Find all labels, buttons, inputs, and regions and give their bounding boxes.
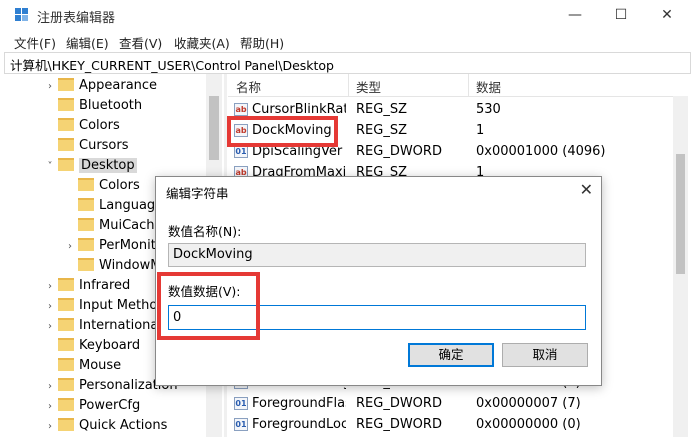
maximize-button[interactable]: ☐ [598, 0, 644, 30]
menu-favorites[interactable]: 收藏夹(A) [174, 33, 230, 52]
binary-value-icon: 01 [234, 397, 248, 410]
column-name-header[interactable]: 名称 [236, 77, 261, 96]
tree-scroll-thumb[interactable] [209, 96, 219, 160]
address-path: 计算机\HKEY_CURRENT_USER\Control Panel\Desk… [10, 58, 334, 73]
value-name-label: 数值名称(N): [168, 224, 242, 239]
binary-value-icon: 01 [234, 418, 248, 431]
list-scrollbar[interactable] [673, 96, 688, 437]
tree-item-keyboard[interactable]: Keyboard [42, 336, 140, 356]
chevron-right-icon[interactable]: › [42, 77, 58, 97]
column-type-header[interactable]: 类型 [356, 77, 381, 96]
regedit-app-icon [15, 8, 28, 21]
column-data-header[interactable]: 数据 [476, 77, 501, 96]
chevron-right-icon[interactable]: › [42, 417, 58, 437]
folder-icon [58, 118, 74, 131]
value-row-foregroundlocktimeout[interactable]: 01 ForegroundLockTimeout REG_DWORD 0x000… [228, 415, 688, 435]
ok-button[interactable]: 确定 [408, 343, 494, 367]
close-button[interactable]: ✕ [644, 0, 690, 30]
column-divider[interactable] [468, 74, 469, 96]
tree-item-infrared[interactable]: › Infrared [42, 276, 130, 296]
highlight-box-value-data [157, 272, 260, 340]
title-bar: 注册表编辑器 — ☐ ✕ [0, 0, 698, 30]
list-header: 名称 类型 数据 [228, 74, 688, 97]
column-divider[interactable] [348, 74, 349, 96]
folder-icon [78, 238, 94, 251]
chevron-right-icon[interactable]: › [42, 377, 58, 397]
folder-icon [78, 198, 94, 211]
tree-item-cursors[interactable]: Cursors [42, 136, 129, 156]
minimize-button[interactable]: — [552, 0, 598, 30]
tree-item-quick-actions[interactable]: › Quick Actions [42, 416, 167, 436]
chevron-down-icon[interactable]: ˅ [42, 157, 58, 177]
menu-edit[interactable]: 编辑(E) [66, 33, 109, 52]
chevron-right-icon[interactable]: › [42, 277, 58, 297]
dialog-close-icon[interactable]: ✕ [580, 180, 593, 199]
chevron-right-icon[interactable]: › [42, 297, 58, 317]
tree-item-bluetooth[interactable]: Bluetooth [42, 96, 142, 116]
string-value-icon: ab [234, 103, 248, 116]
cancel-button[interactable]: 取消 [502, 343, 588, 367]
folder-icon [58, 338, 74, 351]
tree-item-powercfg[interactable]: › PowerCfg [42, 396, 140, 416]
tree-item-desktop-colors[interactable]: Colors [62, 176, 140, 196]
tree-item-international[interactable]: › International [42, 316, 162, 336]
tree-item-input-method[interactable]: › Input Method [42, 296, 166, 316]
folder-icon [58, 358, 74, 371]
folder-icon [58, 278, 74, 291]
folder-icon [78, 178, 94, 191]
tree-item-colors[interactable]: Colors [42, 116, 120, 136]
folder-icon [58, 298, 74, 311]
menu-bar: 文件(F) 编辑(E) 查看(V) 收藏夹(A) 帮助(H) [0, 30, 698, 52]
window-title: 注册表编辑器 [37, 11, 116, 26]
highlight-box-dockmoving [227, 116, 338, 147]
folder-icon [58, 398, 74, 411]
menu-view[interactable]: 查看(V) [119, 33, 162, 52]
folder-icon [58, 318, 74, 331]
chevron-right-icon[interactable]: › [42, 397, 58, 417]
tree-item-mouse[interactable]: Mouse [42, 356, 121, 376]
folder-icon [58, 78, 74, 91]
tree-item-desktop[interactable]: ˅ Desktop [42, 156, 137, 176]
value-row-foregroundflashcount[interactable]: 01 ForegroundFlashCount REG_DWORD 0x0000… [228, 394, 688, 414]
folder-icon [58, 138, 74, 151]
folder-icon [78, 258, 94, 271]
list-scroll-thumb[interactable] [676, 154, 685, 274]
folder-icon [58, 418, 74, 431]
address-bar[interactable]: 计算机\HKEY_CURRENT_USER\Control Panel\Desk… [4, 52, 691, 74]
menu-file[interactable]: 文件(F) [14, 33, 56, 52]
chevron-right-icon[interactable]: › [42, 317, 58, 337]
folder-icon [78, 218, 94, 231]
menu-help[interactable]: 帮助(H) [240, 33, 284, 52]
chevron-right-icon[interactable]: › [62, 237, 78, 257]
folder-icon [58, 378, 74, 391]
value-name-field: DockMoving [168, 243, 586, 267]
folder-icon [58, 158, 74, 171]
folder-icon [58, 98, 74, 111]
dialog-title: 编辑字符串 [166, 186, 229, 201]
tree-item-appearance[interactable]: › Appearance [42, 76, 157, 96]
